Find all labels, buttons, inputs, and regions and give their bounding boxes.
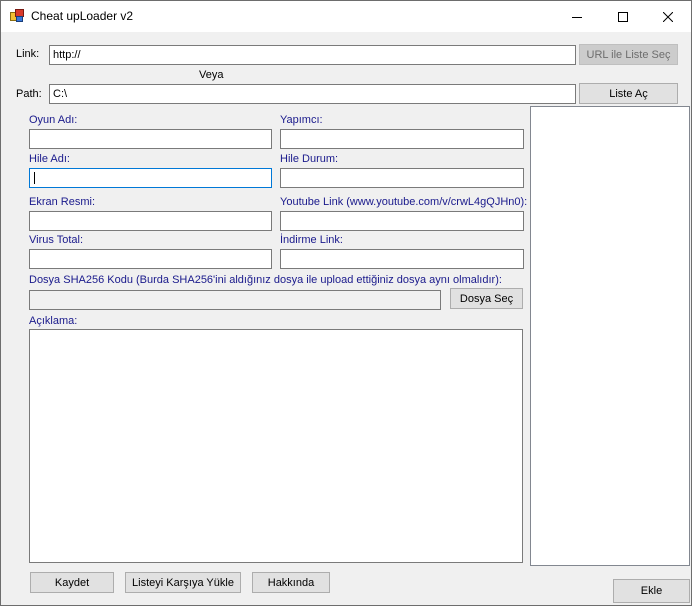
cheat-name-input[interactable]: [29, 168, 272, 188]
upload-list-button[interactable]: Listeyi Karşıya Yükle: [125, 572, 241, 593]
minimize-icon: [572, 16, 582, 18]
download-link-input[interactable]: [280, 249, 524, 269]
maker-input[interactable]: [280, 129, 524, 149]
list-panel[interactable]: [530, 106, 690, 566]
cheat-status-label: Hile Durum:: [280, 153, 339, 165]
cheat-status-input[interactable]: [280, 168, 524, 188]
url-list-select-button[interactable]: URL ile Liste Seç: [579, 44, 678, 65]
cheat-name-label: Hile Adı:: [29, 153, 70, 165]
game-name-input[interactable]: [29, 129, 272, 149]
maker-label: Yapımcı:: [280, 114, 323, 126]
virus-total-input[interactable]: [29, 249, 272, 269]
maximize-icon: [618, 11, 628, 22]
sha256-input[interactable]: [29, 290, 441, 310]
download-link-label: İndirme Link:: [280, 234, 343, 246]
title-bar[interactable]: Cheat upLoader v2: [1, 1, 691, 32]
sha256-label: Dosya SHA256 Kodu (Burda SHA256'ini aldı…: [29, 274, 502, 286]
about-button[interactable]: Hakkında: [252, 572, 330, 593]
youtube-label: Youtube Link (www.youtube.com/v/crwL4gQJ…: [280, 196, 528, 208]
close-button[interactable]: [645, 1, 691, 32]
or-label: Veya: [199, 69, 224, 81]
game-name-label: Oyun Adı:: [29, 114, 78, 126]
youtube-input[interactable]: [280, 211, 524, 231]
path-label: Path:: [16, 88, 42, 100]
open-list-button[interactable]: Liste Aç: [579, 83, 678, 104]
virus-total-label: Virus Total:: [29, 234, 84, 246]
maximize-button[interactable]: [600, 1, 646, 32]
save-button[interactable]: Kaydet: [30, 572, 114, 593]
text-caret: [34, 172, 35, 184]
screenshot-label: Ekran Resmi:: [29, 196, 96, 208]
path-input[interactable]: [49, 84, 576, 104]
main-window: Cheat upLoader v2 Link: URL ile Liste Se…: [0, 0, 692, 606]
link-input[interactable]: [49, 45, 576, 65]
link-label: Link:: [16, 48, 40, 60]
close-icon: [663, 11, 673, 22]
add-button[interactable]: Ekle: [613, 579, 690, 603]
select-file-button[interactable]: Dosya Seç: [450, 288, 523, 309]
window-title: Cheat upLoader v2: [31, 9, 134, 23]
description-label: Açıklama:: [29, 315, 78, 327]
app-icon: [10, 9, 24, 22]
minimize-button[interactable]: [554, 1, 600, 32]
description-textarea[interactable]: [29, 329, 523, 563]
screenshot-input[interactable]: [29, 211, 272, 231]
